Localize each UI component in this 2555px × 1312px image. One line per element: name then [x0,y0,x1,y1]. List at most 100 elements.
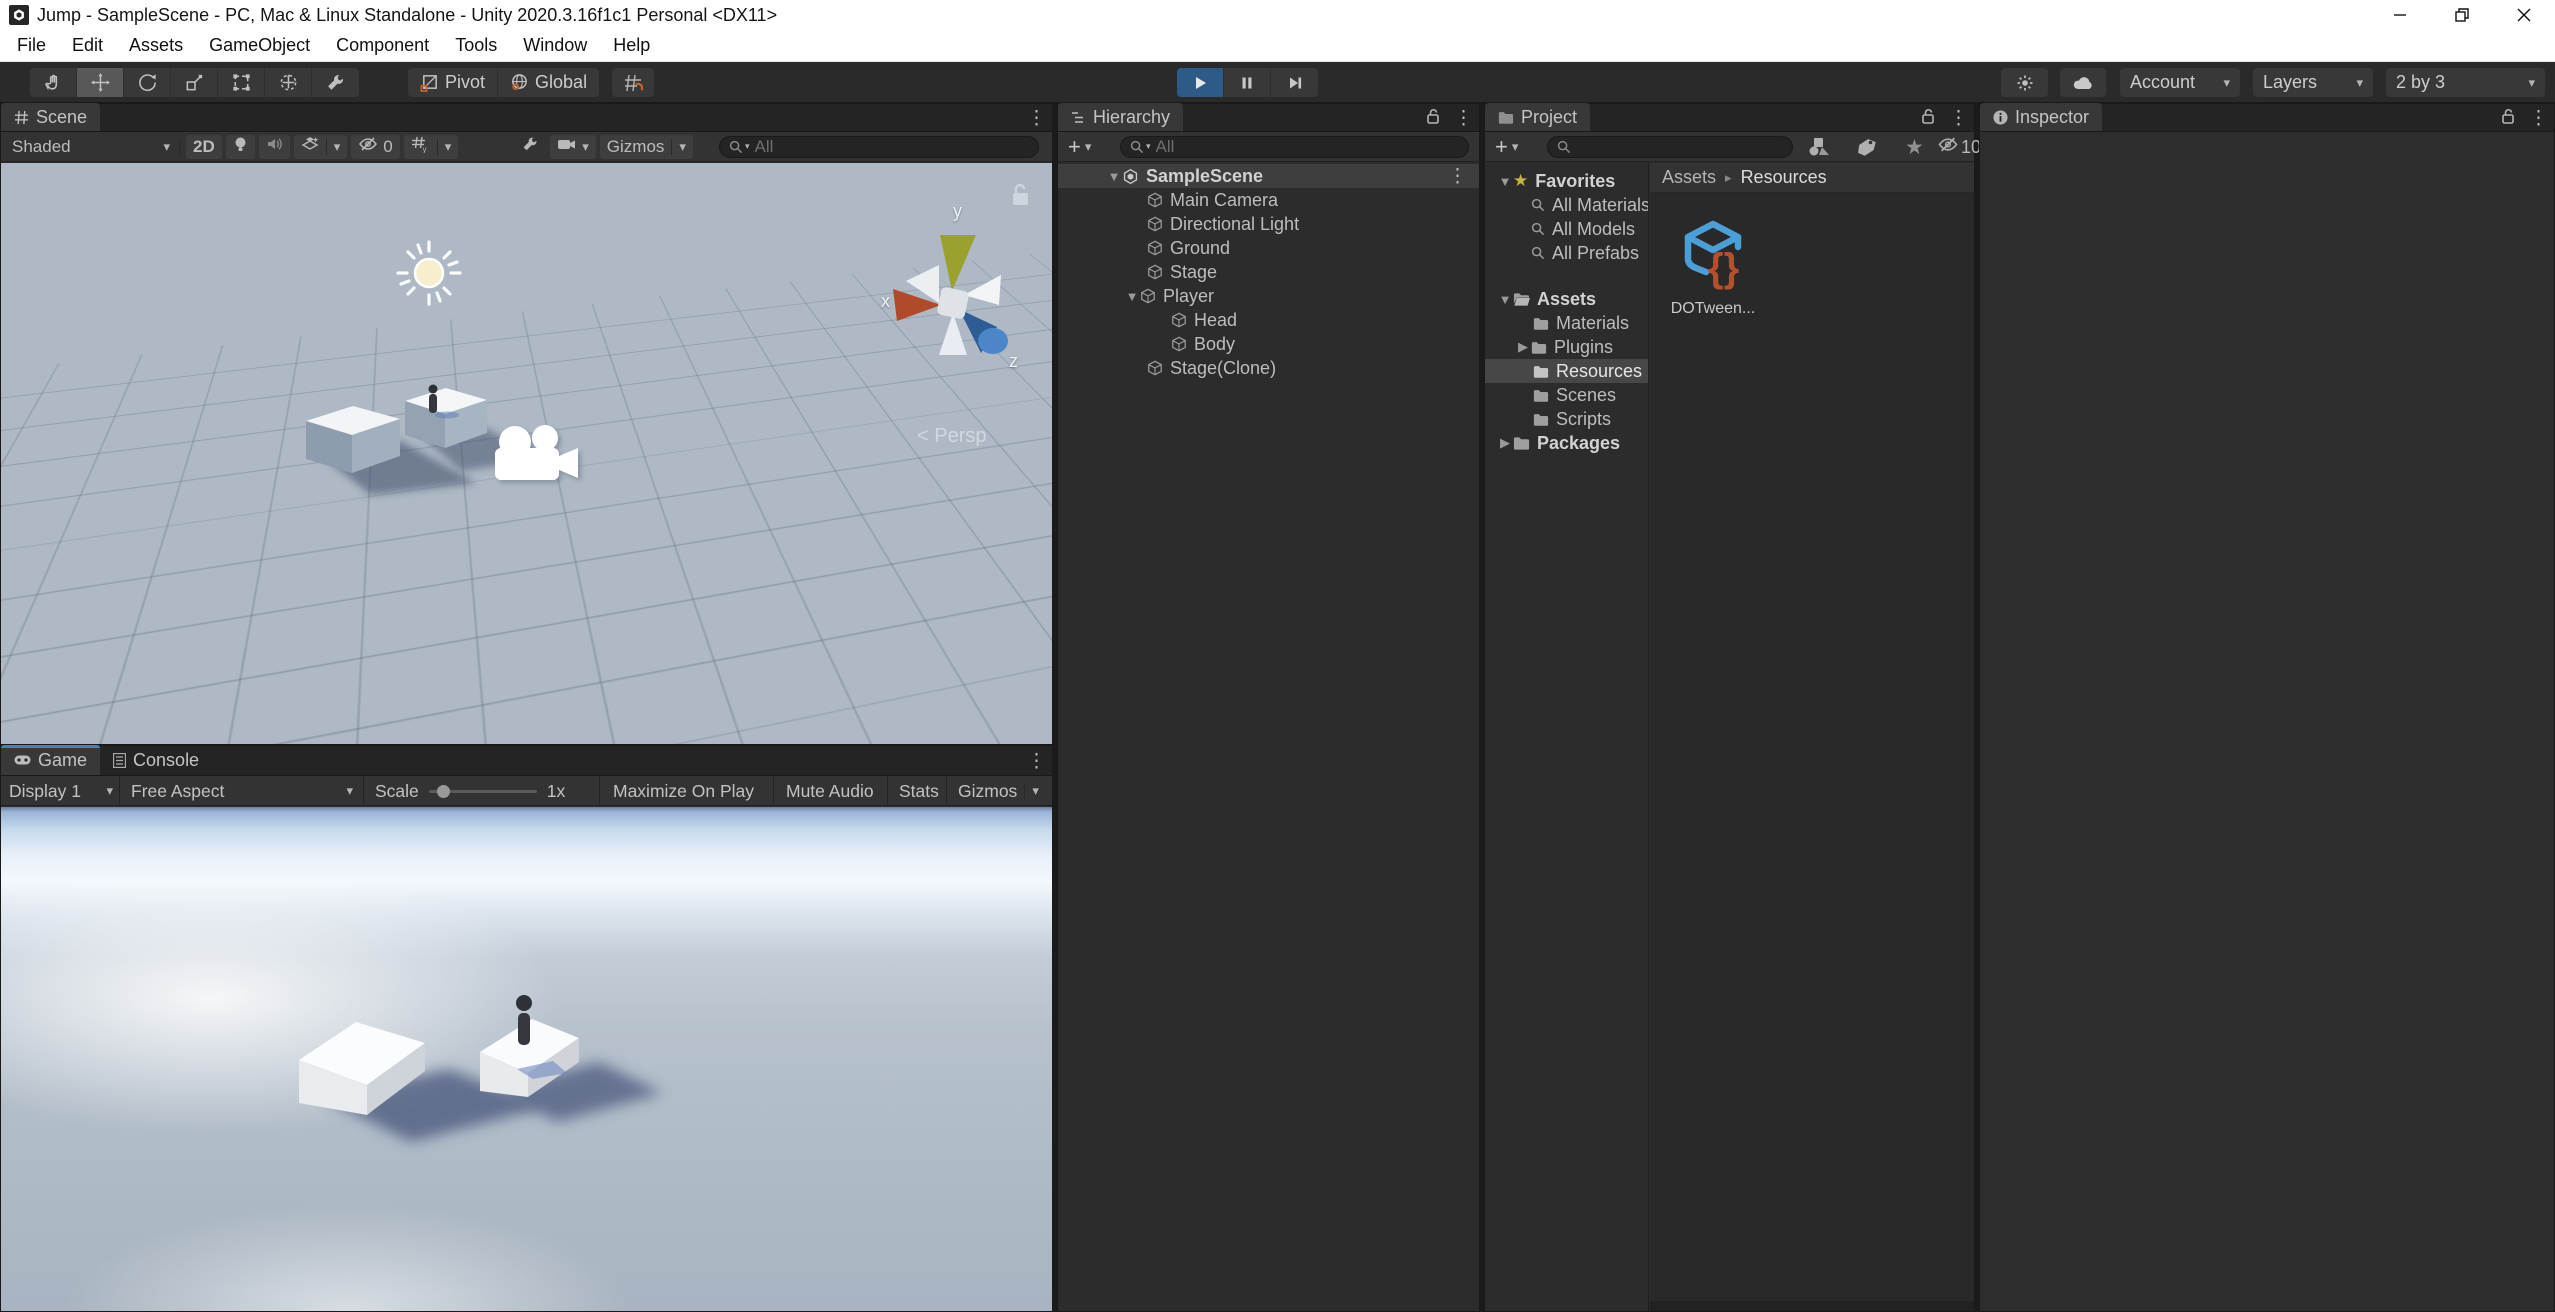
tab-project[interactable]: Project [1485,103,1590,131]
game-viewport[interactable] [1,807,1052,1311]
menu-file[interactable]: File [4,30,59,61]
hierarchy-item[interactable]: Body [1058,332,1479,356]
scale-slider[interactable] [429,790,537,793]
tab-scene[interactable]: Scene [1,103,100,131]
rect-tool-button[interactable] [218,68,265,97]
axis-z-label[interactable]: z [1009,351,1018,372]
scene-audio-toggle[interactable] [259,135,290,159]
layout-dropdown[interactable]: 2 by 3▾ [2386,68,2545,97]
tab-inspector[interactable]: Inspector [1980,103,2102,131]
menu-assets[interactable]: Assets [116,30,196,61]
asset-item-dotween[interactable]: {} DOTween... [1658,211,1768,318]
menu-component[interactable]: Component [323,30,442,61]
stats-button[interactable]: Stats [899,776,939,806]
axis-x-label[interactable]: x [881,291,890,312]
scene-effects-dropdown[interactable]: ▾ [294,135,348,159]
project-tree-packages[interactable]: ▶Packages [1485,431,1648,455]
menu-window[interactable]: Window [510,30,600,61]
mute-audio-button[interactable]: Mute Audio [786,776,874,806]
step-button[interactable] [1271,68,1318,97]
display-dropdown[interactable]: Display 1▾ [9,776,113,806]
chevron-down-icon[interactable]: ▾ [1512,139,1519,155]
foldout-arrow-icon[interactable]: ▼ [1106,169,1122,184]
project-tree-item[interactable]: All Materials [1485,193,1648,217]
menu-edit[interactable]: Edit [59,30,116,61]
unlock-icon[interactable] [1426,108,1440,129]
hierarchy-item-scene[interactable]: ▼ SampleScene ⋮ [1058,164,1479,188]
project-search-input[interactable] [1576,137,1783,157]
grid-snap-button[interactable] [612,68,654,97]
move-tool-button[interactable] [77,68,124,97]
unlock-icon[interactable] [2501,108,2515,129]
tab-game[interactable]: Game [1,745,100,775]
project-tree-item[interactable]: Scripts [1485,407,1648,431]
transform-tool-button[interactable] [265,68,312,97]
scene-gizmos-dropdown[interactable]: Gizmos ▾ [600,135,693,159]
foldout-arrow-icon[interactable]: ▶ [1515,339,1531,355]
scene-menu-icon[interactable]: ⋮ [1027,109,1046,128]
foldout-arrow-icon[interactable]: ▶ [1497,435,1513,451]
custom-tool-button[interactable] [312,68,359,97]
unity-cloud-icon[interactable] [2060,68,2106,97]
create-asset-button[interactable]: + [1495,134,1508,160]
hierarchy-item[interactable]: Stage [1058,260,1479,284]
scene-2d-toggle[interactable]: 2D [186,135,222,159]
scene-grid-dropdown[interactable]: y ▾ [404,135,459,159]
chevron-down-icon[interactable]: ▾ [1085,139,1092,155]
game-gizmos-dropdown[interactable]: Gizmos▾ [958,776,1039,806]
project-tree-item[interactable]: All Models [1485,217,1648,241]
project-tree-item[interactable]: Materials [1485,311,1648,335]
project-tree-assets[interactable]: ▼Assets [1485,287,1648,311]
axis-y-label[interactable]: y [953,201,962,222]
restore-button[interactable] [2431,0,2493,30]
unlock-icon[interactable] [1921,108,1935,129]
search-by-type-icon[interactable] [1807,136,1831,163]
hierarchy-search[interactable]: ▾ [1120,136,1469,158]
breadcrumb-root[interactable]: Assets [1662,167,1716,188]
hierarchy-item[interactable]: ▼Player [1058,284,1479,308]
scene-search-input[interactable] [755,137,1029,157]
search-by-label-icon[interactable] [1857,137,1877,162]
hand-tool-button[interactable] [30,68,77,97]
project-tree-item[interactable]: Scenes [1485,383,1648,407]
hierarchy-search-input[interactable] [1156,137,1459,157]
hierarchy-menu-icon[interactable]: ⋮ [1454,109,1473,128]
scene-lighting-toggle[interactable] [226,135,255,159]
close-button[interactable] [2493,0,2555,30]
minimize-button[interactable] [2369,0,2431,30]
hidden-packages-toggle[interactable]: 10 [1937,136,1981,158]
global-toggle-button[interactable]: Global [498,68,599,97]
hierarchy-item[interactable]: Main Camera [1058,188,1479,212]
pause-button[interactable] [1224,68,1271,97]
save-search-star-icon[interactable]: ★ [1905,135,1924,160]
tab-hierarchy[interactable]: Hierarchy [1058,103,1183,131]
foldout-arrow-icon[interactable]: ▼ [1497,174,1513,189]
breadcrumb-current[interactable]: Resources [1741,167,1827,188]
project-tree-item[interactable]: All Prefabs [1485,241,1648,265]
hierarchy-item[interactable]: Directional Light [1058,212,1479,236]
menu-tools[interactable]: Tools [442,30,510,61]
account-dropdown[interactable]: Account▾ [2120,68,2240,97]
scene-viewport[interactable]: y x z < Persp [1,163,1052,744]
project-tree-item[interactable]: ▶Plugins [1485,335,1648,359]
hierarchy-item[interactable]: Stage(Clone) [1058,356,1479,380]
tab-console[interactable]: Console [100,745,212,775]
menu-gameobject[interactable]: GameObject [196,30,323,61]
project-tree-favorites[interactable]: ▼★Favorites [1485,169,1648,193]
pivot-toggle-button[interactable]: Pivot [408,68,498,97]
game-menu-icon[interactable]: ⋮ [1027,752,1046,771]
perspective-label[interactable]: < Persp [917,425,986,448]
scale-tool-button[interactable] [171,68,218,97]
scene-options-icon[interactable]: ⋮ [1448,167,1467,186]
menu-help[interactable]: Help [600,30,663,61]
foldout-arrow-icon[interactable]: ▼ [1497,292,1513,307]
rotate-tool-button[interactable] [124,68,171,97]
scene-visibility-toggle[interactable]: 0 [351,135,399,159]
create-object-button[interactable]: + [1068,134,1081,160]
hierarchy-item[interactable]: Head [1058,308,1479,332]
aspect-dropdown[interactable]: Free Aspect▾ [131,776,353,806]
scene-tools-toggle[interactable] [514,135,546,159]
shading-mode-dropdown[interactable]: Shaded▾ [5,135,177,159]
layers-dropdown[interactable]: Layers▾ [2253,68,2373,97]
maximize-on-play-button[interactable]: Maximize On Play [613,776,754,806]
